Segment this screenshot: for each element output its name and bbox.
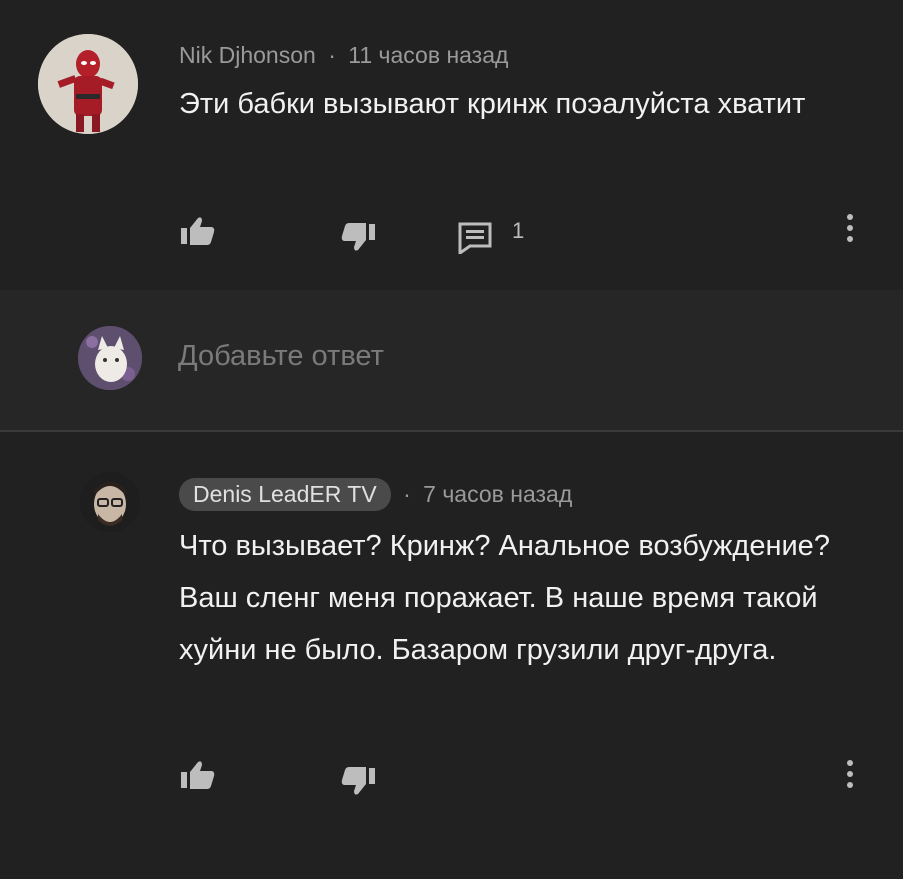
comment-1-header: Nik Djhonson · 11 часов назад (179, 42, 508, 69)
divider (0, 430, 903, 432)
comment-2-text: Что вызывает? Кринж? Анальное возбуждени… (179, 530, 830, 666)
comment-1-author[interactable]: Nik Djhonson (179, 42, 316, 68)
comment-2-author-badge[interactable]: Denis LeadER TV (179, 478, 391, 511)
thumbs-up-icon[interactable] (180, 216, 216, 246)
cat-avatar-icon (78, 326, 142, 390)
comment-2-time[interactable]: 7 часов назад (423, 481, 572, 507)
separator: · (403, 481, 411, 507)
separator: · (328, 42, 336, 68)
avatar-current-user[interactable] (78, 326, 142, 390)
thumbs-up-icon[interactable] (180, 760, 216, 790)
avatar-nik-djhonson[interactable] (38, 34, 138, 134)
avatar-denis-leader-tv[interactable] (80, 472, 140, 532)
comment-1-time[interactable]: 11 часов назад (348, 42, 508, 68)
comment-1-text: Эти бабки вызывают кринж поэалуйста хват… (179, 88, 806, 120)
deadpool-avatar-icon (38, 34, 138, 134)
more-vertical-icon[interactable] (846, 760, 854, 793)
thumbs-down-icon[interactable] (340, 766, 376, 796)
comment-icon[interactable] (458, 222, 492, 254)
reply-count: 1 (512, 218, 525, 243)
comment-2-header: Denis LeadER TV · 7 часов назад (179, 478, 572, 511)
man-avatar-icon (80, 472, 140, 532)
more-vertical-icon[interactable] (846, 214, 854, 247)
reply-input[interactable]: Добавьте ответ (178, 340, 384, 373)
thumbs-down-icon[interactable] (340, 222, 376, 252)
